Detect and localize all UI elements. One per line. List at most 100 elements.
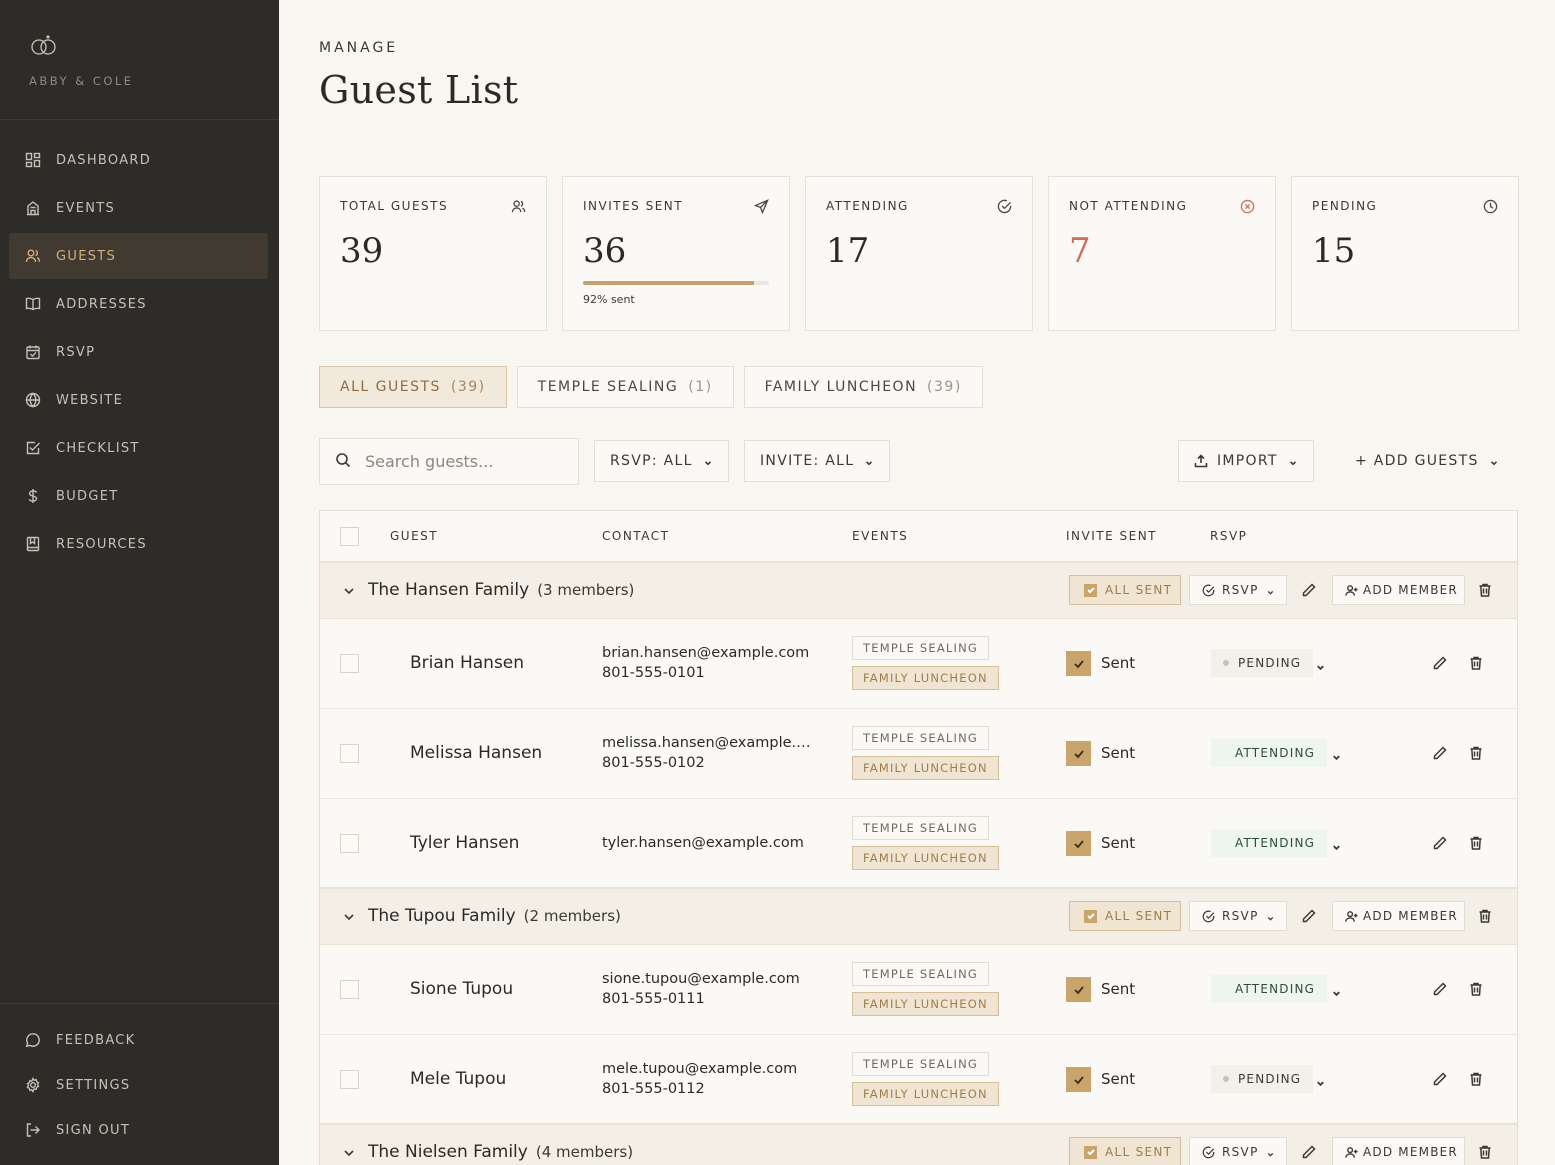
guest-email: tyler.hansen@example.com [602,835,804,851]
chevron-down-icon[interactable] [1315,658,1326,671]
nav-item-addresses[interactable]: ADDRESSES [9,281,268,327]
pencil-icon[interactable] [1432,835,1448,851]
chevron-down-icon[interactable] [1331,838,1342,851]
trash-icon[interactable] [1468,745,1484,761]
nav-item-resources[interactable]: RESOURCES [9,521,268,567]
nav-item-settings[interactable]: SETTINGS [9,1063,268,1107]
event-tag-temple-sealing: TEMPLE SEALING [852,962,990,986]
pencil-icon[interactable] [1301,1144,1317,1160]
nav-label: ADDRESSES [56,296,147,312]
nav-item-rsvp[interactable]: RSVP [9,329,268,375]
nav-item-feedback[interactable]: FEEDBACK [9,1018,268,1062]
pencil-icon[interactable] [1301,908,1317,924]
nav-item-guests[interactable]: GUESTS [9,233,268,279]
trash-icon[interactable] [1468,835,1484,851]
all-sent-toggle[interactable]: ALL SENT [1069,575,1181,605]
rsvp-status-text: ATTENDING [1235,982,1316,996]
guest-name: Brian Hansen [410,653,525,673]
group-rsvp-button[interactable]: RSVP [1189,575,1287,605]
nav-item-dashboard[interactable]: DASHBOARD [9,137,268,183]
sidebar: ABBY & COLE DASHBOARD EVENTS GUESTS ADDR… [0,0,279,1165]
group-rsvp-button[interactable]: RSVP [1189,901,1287,931]
check-icon [1073,1075,1084,1084]
brand-name: ABBY & COLE [29,74,134,88]
page-eyebrow: MANAGE [319,40,399,56]
nav-item-events[interactable]: EVENTS [9,185,268,231]
row-checkbox[interactable] [340,980,359,999]
tab-family-luncheon[interactable]: FAMILY LUNCHEON (39) [743,366,983,408]
chevron-down-icon[interactable] [1315,1074,1326,1087]
rsvp-filter-dropdown[interactable]: RSVP: ALL [594,440,729,482]
trash-icon[interactable] [1477,908,1493,924]
pencil-icon[interactable] [1432,745,1448,761]
add-member-button[interactable]: ADD MEMBER [1332,575,1465,605]
pencil-icon[interactable] [1301,582,1317,598]
group-rsvp-button[interactable]: RSVP [1189,1137,1287,1165]
row-checkbox[interactable] [340,744,359,763]
main-content: MANAGE Guest List TOTAL GUESTS 39 INVITE… [279,0,1555,1165]
group-count: (2 members) [523,907,621,925]
rsvp-status-badge[interactable]: ATTENDING [1211,739,1328,767]
select-all-checkbox[interactable] [340,527,359,546]
add-member-button[interactable]: ADD MEMBER [1332,901,1465,931]
header-rsvp: RSVP [1210,529,1248,543]
invite-sent-label: Sent [1101,744,1136,762]
rings-logo-icon [29,34,59,56]
stat-label: TOTAL GUESTS [340,199,449,213]
chevron-down-icon[interactable] [342,583,356,597]
pencil-icon[interactable] [1432,981,1448,997]
rsvp-status-badge[interactable]: ATTENDING [1211,975,1328,1003]
event-tag-family-luncheon: FAMILY LUNCHEON [852,666,999,690]
tab-all-guests[interactable]: ALL GUESTS (39) [319,366,507,408]
guest-phone: 801-555-0112 [602,1081,705,1097]
chevron-down-icon[interactable] [1331,748,1342,761]
rsvp-filter-label: RSVP: ALL [610,453,693,469]
nav-label: RESOURCES [56,536,147,552]
rsvp-status-badge[interactable]: PENDING [1211,649,1314,677]
guest-row: Mele Tupou mele.tupou@example.com 801-55… [320,1035,1517,1125]
chevron-down-icon[interactable] [342,1145,356,1159]
invite-sent-checkbox[interactable] [1066,831,1091,856]
stat-value: 36 [583,231,627,271]
search-input[interactable] [365,452,565,471]
trash-icon[interactable] [1477,1144,1493,1160]
chevron-down-icon[interactable] [342,909,356,923]
tab-temple-sealing[interactable]: TEMPLE SEALING (1) [516,366,734,408]
nav-item-website[interactable]: WEBSITE [9,377,268,423]
group-name: The Tupou Family (2 members) [368,906,621,926]
tab-label: TEMPLE SEALING [537,379,679,395]
pencil-icon[interactable] [1432,1071,1448,1087]
trash-icon[interactable] [1468,1071,1484,1087]
invite-sent-checkbox[interactable] [1066,741,1091,766]
rsvp-status-badge[interactable]: ATTENDING [1211,829,1328,857]
chevron-down-icon [1489,456,1499,466]
nav-label: EVENTS [56,200,116,216]
nav-label: WEBSITE [56,392,124,408]
all-sent-toggle[interactable]: ALL SENT [1069,901,1181,931]
check-circle-icon [1202,910,1215,923]
all-sent-toggle[interactable]: ALL SENT [1069,1137,1181,1165]
add-guests-button[interactable]: + ADD GUESTS [1339,440,1515,482]
invite-sent-checkbox[interactable] [1066,651,1091,676]
chevron-down-icon[interactable] [1331,984,1342,997]
nav-item-sign-out[interactable]: SIGN OUT [9,1108,268,1152]
rsvp-status-text: ATTENDING [1235,746,1316,760]
nav-item-budget[interactable]: BUDGET [9,473,268,519]
add-member-button[interactable]: ADD MEMBER [1332,1137,1465,1165]
import-label: IMPORT [1217,453,1278,469]
invite-filter-dropdown[interactable]: INVITE: ALL [744,440,891,482]
import-button[interactable]: IMPORT [1178,440,1314,482]
row-checkbox[interactable] [340,1070,359,1089]
chevron-down-icon [1266,586,1275,595]
rsvp-status-badge[interactable]: PENDING [1211,1065,1314,1093]
trash-icon[interactable] [1468,981,1484,997]
row-checkbox[interactable] [340,654,359,673]
invite-sent-checkbox[interactable] [1066,1067,1091,1092]
nav-item-checklist[interactable]: CHECKLIST [9,425,268,471]
invite-sent-checkbox[interactable] [1066,977,1091,1002]
trash-icon[interactable] [1477,582,1493,598]
row-checkbox[interactable] [340,834,359,853]
pencil-icon[interactable] [1432,655,1448,671]
stat-value: 15 [1312,231,1356,271]
trash-icon[interactable] [1468,655,1484,671]
